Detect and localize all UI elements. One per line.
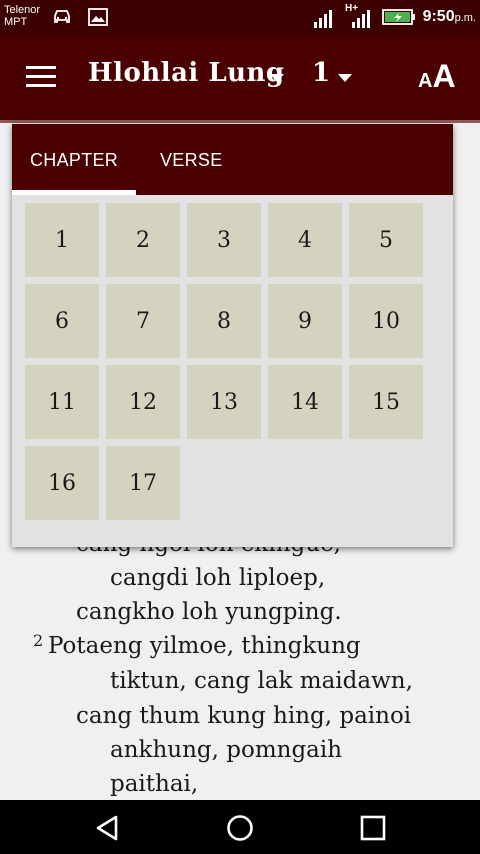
clock: 9:50p.m. <box>422 8 476 25</box>
chapter-cell[interactable]: 6 <box>25 284 99 358</box>
font-size-button[interactable]: AA <box>418 58 456 95</box>
car-icon <box>54 10 70 23</box>
tab-verse[interactable]: VERSE <box>160 150 223 171</box>
chapter-cell[interactable]: 9 <box>268 284 342 358</box>
chapter-cell[interactable]: 15 <box>349 365 423 439</box>
chapter-cell[interactable]: 4 <box>268 203 342 277</box>
chapter-cell[interactable]: 13 <box>187 365 261 439</box>
chapter-cell[interactable]: 12 <box>106 365 180 439</box>
app-bar: Hlohlai Lung 1 AA <box>0 36 480 120</box>
chapter-cell[interactable]: 1 <box>25 203 99 277</box>
image-icon <box>88 8 108 26</box>
verse-line: cangkho loh yungping. <box>76 599 342 625</box>
home-icon[interactable] <box>225 814 255 842</box>
book-selector[interactable]: Hlohlai Lung <box>88 58 285 88</box>
chapter-cell[interactable]: 16 <box>25 446 99 520</box>
chapter-cell[interactable]: 10 <box>349 284 423 358</box>
signal-icon <box>314 10 332 28</box>
font-size-icon-large: A <box>432 58 456 94</box>
status-bar: Telenor MPT H+ 9:50p.m. <box>0 0 480 36</box>
font-size-icon-small: A <box>418 70 433 92</box>
chapter-cell[interactable]: 7 <box>106 284 180 358</box>
tab-chapter[interactable]: CHAPTER <box>30 150 118 171</box>
picker-tabs: CHAPTER VERSE <box>12 124 453 195</box>
chapter-cell[interactable]: 17 <box>106 446 180 520</box>
verse-line: cang thum kung hing, painoi <box>76 703 412 729</box>
navigation-bar <box>0 800 480 854</box>
recents-icon[interactable] <box>359 814 387 842</box>
back-icon[interactable] <box>92 814 122 842</box>
menu-icon[interactable] <box>26 66 56 90</box>
verse-line: ankhung, pomngaih <box>110 737 343 763</box>
chapter-verse-picker: CHAPTER VERSE 1 2 3 4 5 6 7 8 9 10 11 12… <box>12 124 453 547</box>
signal-icon <box>352 10 370 28</box>
chapter-cell[interactable]: 14 <box>268 365 342 439</box>
chapter-cell[interactable]: 11 <box>25 365 99 439</box>
battery-charging-icon <box>382 9 415 25</box>
active-tab-indicator <box>12 190 136 195</box>
book-dropdown-icon[interactable] <box>270 74 284 82</box>
chapter-cell[interactable]: 3 <box>187 203 261 277</box>
verse-line: tiktun, cang lak maidawn, <box>110 668 413 694</box>
chapter-cell[interactable]: 2 <box>106 203 180 277</box>
verse-line: cangdi loh liploep, <box>110 565 326 591</box>
verse-line: paithai, <box>110 771 199 797</box>
chapter-cell[interactable]: 5 <box>349 203 423 277</box>
chapter-selector[interactable]: 1 <box>312 58 330 88</box>
verse-line: Potaeng yilmoe, thingkung <box>48 633 361 659</box>
verse-number[interactable]: 2 <box>33 631 43 650</box>
chapter-dropdown-icon[interactable] <box>338 74 352 82</box>
carrier-label: Telenor MPT <box>4 4 41 28</box>
chapter-cell[interactable]: 8 <box>187 284 261 358</box>
